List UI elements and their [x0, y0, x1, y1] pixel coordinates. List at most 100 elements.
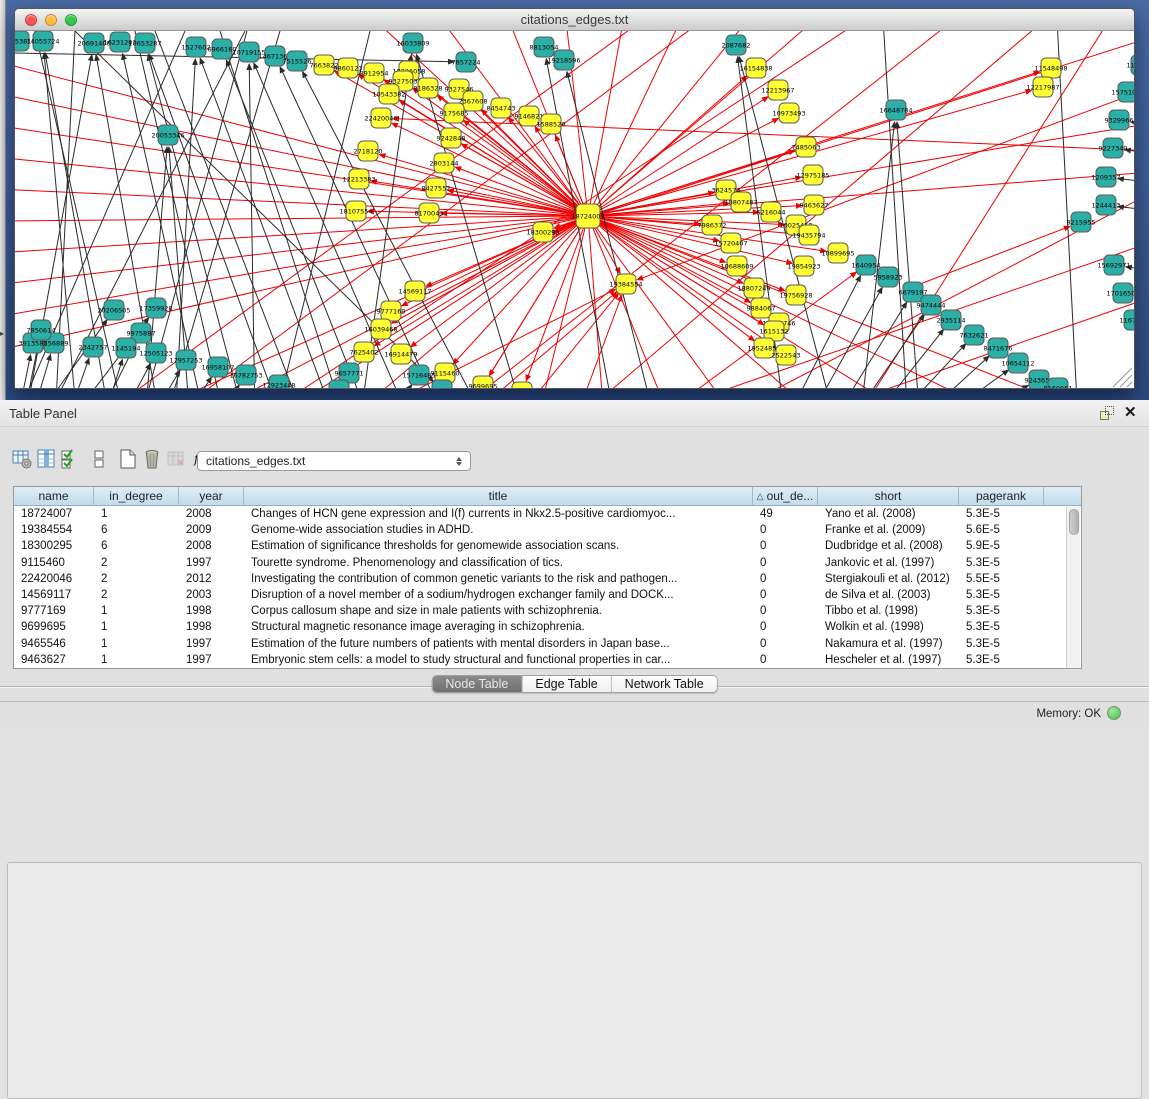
table-cell[interactable]: Franke et al. (2009): [818, 524, 959, 536]
close-window-button[interactable]: [25, 14, 37, 26]
table-cell[interactable]: 1: [94, 508, 179, 520]
table-cell[interactable]: 1: [94, 638, 179, 650]
show-columns-button[interactable]: [34, 448, 57, 474]
graph-node[interactable]: 7625402: [350, 342, 379, 362]
column-header-name[interactable]: name: [14, 487, 94, 505]
graph-node[interactable]: 18807249: [737, 278, 770, 298]
delete-table-button[interactable]: [164, 448, 187, 474]
graph-node[interactable]: 9777169: [377, 301, 406, 321]
graph-node[interactable]: 9175685: [440, 103, 469, 123]
table-cell[interactable]: Jankovic et al. (1997): [818, 557, 959, 569]
table-row[interactable]: 946362711997Embryonic stem cells: a mode…: [14, 652, 1081, 668]
graph-node[interactable]: 7850614: [27, 320, 56, 340]
graph-node[interactable]: 15716485: [402, 365, 435, 385]
graph-node[interactable]: 7632621: [960, 325, 989, 345]
table-cell[interactable]: 9463627: [14, 654, 94, 666]
graph-node[interactable]: 7857224: [452, 52, 481, 72]
table-cell[interactable]: 2009: [179, 524, 244, 536]
graph-node[interactable]: 9860123: [334, 58, 363, 78]
table-cell[interactable]: Disruption of a novel member of a sodium…: [244, 589, 753, 601]
graph-node[interactable]: 7485063: [792, 137, 821, 157]
table-row[interactable]: 1872400712008Changes of HCN gene express…: [14, 506, 1081, 522]
table-cell[interactable]: 1997: [179, 557, 244, 569]
column-header-title[interactable]: title: [244, 487, 753, 505]
table-row[interactable]: 977716911998Corpus callosum shape and si…: [14, 603, 1081, 619]
table-cell[interactable]: Changes of HCN gene expression and I(f) …: [244, 508, 753, 520]
table-cell[interactable]: 2012: [179, 573, 244, 585]
graph-node[interactable]: 2087682: [722, 35, 751, 55]
table-cell[interactable]: Tibbo et al. (1998): [818, 605, 959, 617]
column-header-short[interactable]: short: [818, 487, 959, 505]
table-cell[interactable]: 5.3E-5: [959, 589, 1044, 601]
graph-node[interactable]: 17359928: [139, 298, 172, 318]
table-cell[interactable]: 6: [94, 540, 179, 552]
graph-node[interactable]: 20053346: [151, 125, 184, 145]
table-row[interactable]: 1830029562008Estimation of significance …: [14, 538, 1081, 554]
column-header-pagerank[interactable]: pagerank: [959, 487, 1044, 505]
graph-node[interactable]: 9465546: [508, 382, 537, 388]
graph-node[interactable]: 9329966: [1105, 110, 1134, 130]
table-row[interactable]: 2242004622012Investigating the contribut…: [14, 571, 1081, 587]
network-view-window[interactable]: citations_edges.txt 20553819140557242069…: [14, 8, 1135, 389]
table-cell[interactable]: 2: [94, 589, 179, 601]
graph-node[interactable]: 1527602: [182, 37, 211, 57]
table-row[interactable]: 1456911722003Disruption of a novel membe…: [14, 587, 1081, 603]
graph-node[interactable]: 9227349: [1099, 138, 1128, 158]
graph-node[interactable]: 9474444: [917, 295, 946, 315]
graph-node[interactable]: 10899695: [821, 243, 854, 263]
table-cell[interactable]: 0: [753, 557, 818, 569]
table-cell[interactable]: 2003: [179, 589, 244, 601]
zoom-window-button[interactable]: [65, 14, 77, 26]
table-cell[interactable]: 5.3E-5: [959, 654, 1044, 666]
graph-node[interactable]: 7986372: [698, 215, 727, 235]
table-cell[interactable]: 5.3E-5: [959, 605, 1044, 617]
scrollbar-thumb[interactable]: [1069, 509, 1079, 535]
table-cell[interactable]: Nakamura et al. (1997): [818, 638, 959, 650]
table-cell[interactable]: 1998: [179, 605, 244, 617]
table-row[interactable]: 969969511998Structural magnetic resonanc…: [14, 619, 1081, 635]
graph-node[interactable]: 5958923: [874, 267, 903, 287]
tab-node-table[interactable]: Node Table: [432, 676, 522, 692]
table-cell[interactable]: 18724007: [14, 508, 94, 520]
table-cell[interactable]: 18300295: [14, 540, 94, 552]
table-cell[interactable]: 0: [753, 524, 818, 536]
table-cell[interactable]: 6: [94, 524, 179, 536]
graph-node[interactable]: 9242848: [437, 128, 466, 148]
table-cell[interactable]: 9465546: [14, 638, 94, 650]
table-cell[interactable]: 19384554: [14, 524, 94, 536]
graph-node[interactable]: 8471676: [984, 338, 1013, 358]
table-cell[interactable]: 2008: [179, 508, 244, 520]
column-header-out_de[interactable]: △out_de...: [753, 487, 818, 505]
graph-node[interactable]: 1145194: [112, 338, 141, 358]
select-all-columns-button[interactable]: [58, 448, 81, 474]
graph-node[interactable]: 14055724: [26, 31, 59, 51]
table-cell[interactable]: Yano et al. (2008): [818, 508, 959, 520]
graph-node[interactable]: 18300295: [526, 222, 559, 242]
table-cell[interactable]: 0: [753, 621, 818, 633]
graph-node[interactable]: 2342757: [79, 337, 108, 357]
expand-panel-arrow-icon[interactable]: ▸: [0, 330, 4, 338]
table-cell[interactable]: 0: [753, 638, 818, 650]
graph-node[interactable]: 18724007: [571, 204, 604, 228]
table-cell[interactable]: Hescheler et al. (1997): [818, 654, 959, 666]
table-cell[interactable]: Tourette syndrome. Phenomenology and cla…: [244, 557, 753, 569]
table-vertical-scrollbar[interactable]: [1066, 507, 1080, 668]
graph-node[interactable]: 15751074: [1111, 82, 1134, 102]
graph-node[interactable]: 10973493: [772, 103, 805, 123]
table-cell[interactable]: 5.3E-5: [959, 621, 1044, 633]
graph-node[interactable]: 15720407: [714, 233, 747, 253]
table-cell[interactable]: 0: [753, 654, 818, 666]
graph-node[interactable]: 12505123: [139, 343, 172, 363]
create-column-button[interactable]: [116, 448, 139, 474]
graph-node[interactable]: 1167531: [1120, 310, 1134, 330]
graph-node[interactable]: 6216044: [757, 202, 786, 222]
table-cell[interactable]: 5.3E-5: [959, 638, 1044, 650]
graph-node[interactable]: 8170043: [415, 203, 444, 223]
table-cell[interactable]: 5.3E-5: [959, 508, 1044, 520]
graph-node[interactable]: 2718120: [354, 141, 383, 161]
graph-node[interactable]: 7515526: [283, 51, 312, 71]
network-graph-canvas[interactable]: 2055381914055724206914061623120110653287…: [15, 31, 1134, 388]
graph-node[interactable]: 2935114: [937, 310, 966, 330]
graph-node[interactable]: 17016504: [1106, 283, 1134, 303]
table-cell[interactable]: de Silva et al. (2003): [818, 589, 959, 601]
